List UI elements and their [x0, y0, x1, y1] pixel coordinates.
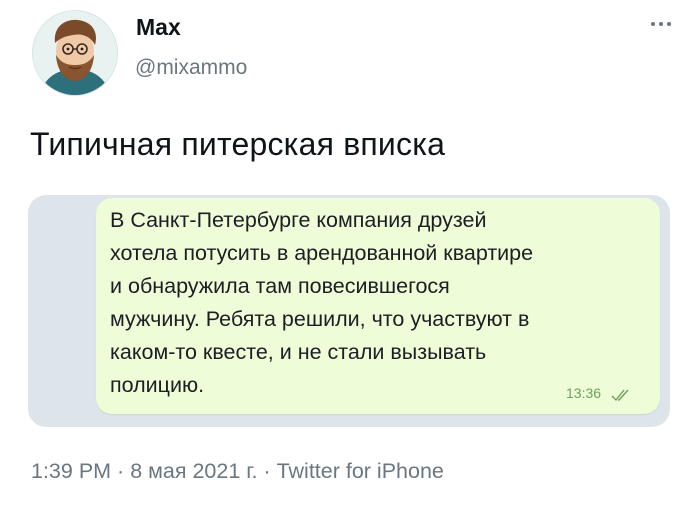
message-line: хотела потусить в арендованной квартире — [110, 241, 534, 265]
tweet-text: Типичная питерская вписка — [30, 126, 446, 162]
message-text: В Санкт-Петербурге компания друзей хотел… — [110, 204, 650, 402]
more-dots-icon[interactable] — [646, 14, 676, 34]
message-time: 13:36 — [566, 385, 602, 401]
meta-separator: · — [111, 459, 131, 483]
author-handle[interactable]: @mixammo — [135, 56, 247, 80]
avatar[interactable] — [32, 10, 118, 96]
tweet-date[interactable]: 8 мая 2021 г. — [130, 459, 257, 483]
message-line: каком-то квесте, и не стали вызывать — [110, 340, 487, 364]
meta-separator: · — [257, 459, 277, 483]
avatar-illustration — [33, 11, 117, 95]
message-line: В Санкт-Петербурге компания друзей — [110, 208, 487, 232]
tweet-source[interactable]: Twitter for iPhone — [277, 459, 444, 483]
message-line: и обнаружила там повесившегося — [110, 274, 450, 298]
message-line: мужчину. Ребята решили, что участвуют в — [110, 307, 530, 331]
double-check-icon — [611, 388, 633, 402]
author-name[interactable]: Max — [136, 14, 181, 41]
tweet-meta: 1:39 PM · 8 мая 2021 г. · Twitter for iP… — [31, 459, 444, 484]
tweet-time[interactable]: 1:39 PM — [31, 459, 111, 483]
